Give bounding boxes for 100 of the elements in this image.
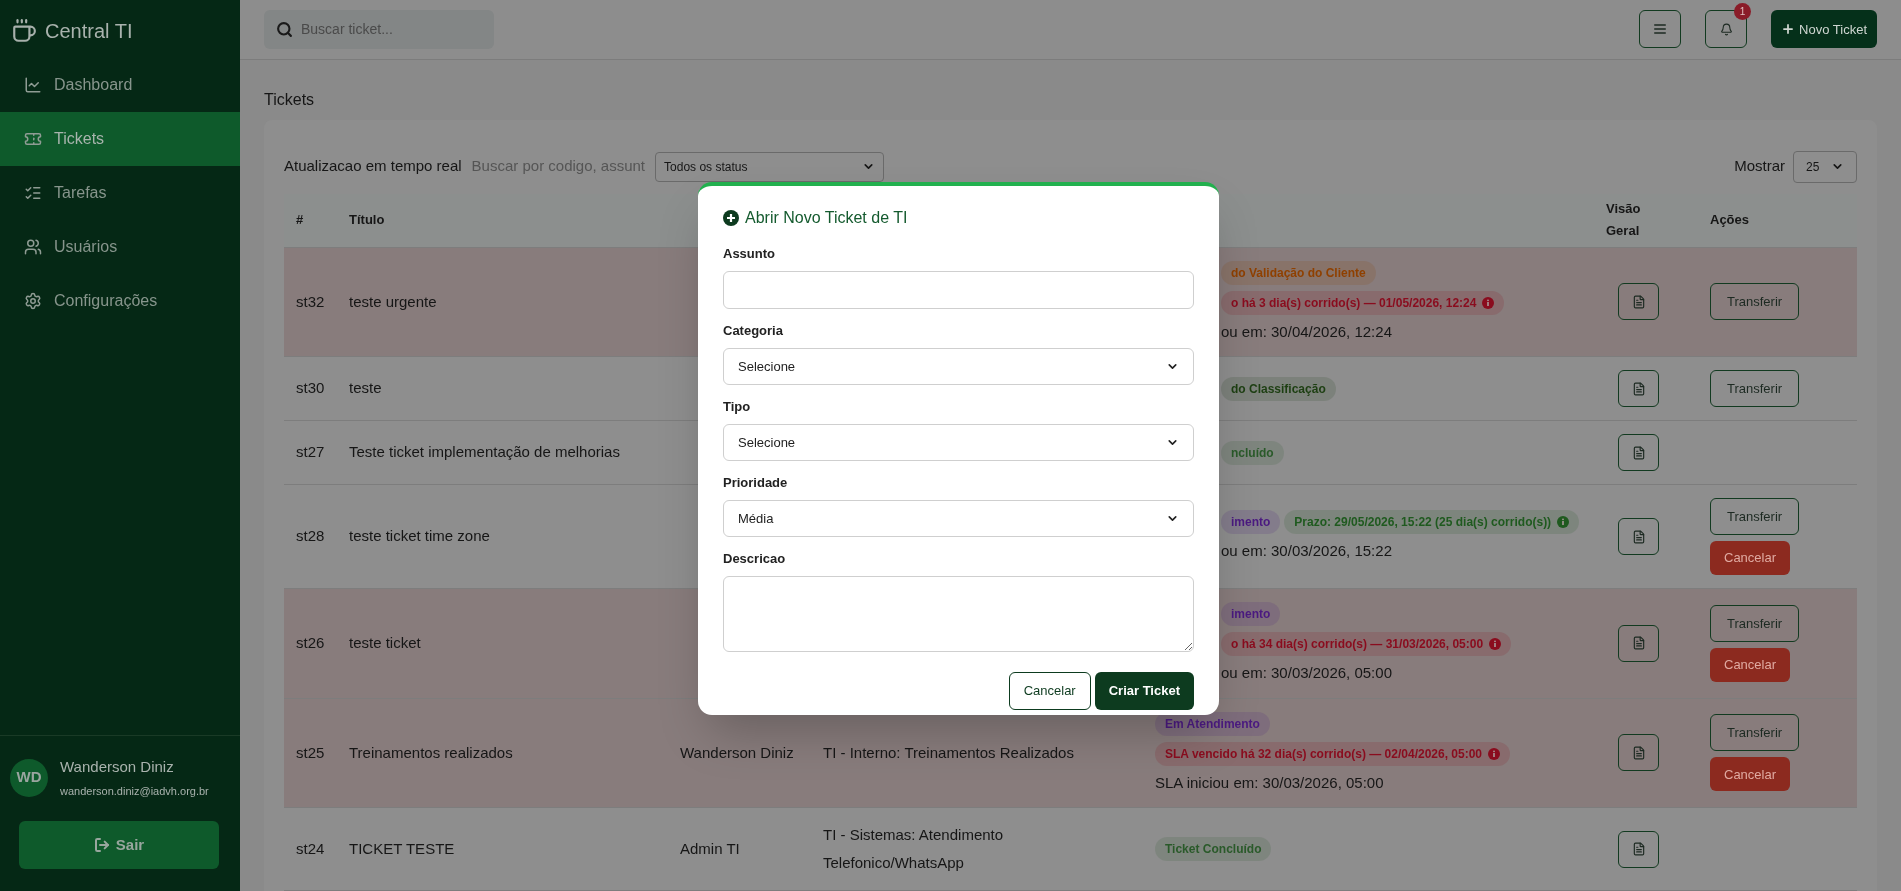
coffee-cup-icon — [11, 18, 37, 44]
status-badge: ncluído — [1221, 440, 1284, 465]
table-cell-text: teste ticket time zone — [348, 526, 490, 547]
table-cell-text: TICKET TESTE — [348, 838, 455, 859]
field-label: Descricao — [723, 551, 787, 567]
bell-icon — [1719, 22, 1733, 36]
column-header: Título — [348, 211, 385, 230]
table-cell-text: Wanderson Diniz — [680, 742, 795, 763]
new-ticket-button[interactable]: Novo Ticket — [1771, 10, 1877, 49]
status-badge: o há 3 dia(s) corrido(s) — 01/05/2026, 12:24 — [1221, 290, 1505, 315]
nav-item[interactable]: Configurações — [0, 274, 240, 328]
transfer-button[interactable]: Transferir — [1710, 714, 1800, 752]
cancel-ticket-button[interactable]: Cancelar — [1710, 647, 1791, 682]
field-label: Assunto — [723, 246, 776, 262]
logout-icon — [93, 837, 110, 853]
subject-input[interactable] — [723, 271, 1194, 309]
info-icon — [1482, 296, 1495, 309]
info-icon — [1557, 516, 1570, 529]
column-header: Visão Geral — [1605, 200, 1642, 240]
dialog-title: Abrir Novo Ticket de TI — [745, 208, 908, 228]
plus-icon — [1781, 22, 1796, 37]
user-email: wanderson.diniz@iadvh.org.br — [60, 783, 209, 799]
notification-count: 1 — [1734, 3, 1752, 21]
status-filter-select[interactable]: Todos os status — [655, 151, 885, 182]
nav-icon — [24, 184, 42, 202]
table-cell-text: st26 — [295, 633, 325, 653]
transfer-button[interactable]: Transferir — [1710, 604, 1800, 642]
table-cell-text: teste — [348, 378, 382, 399]
cancel-ticket-button[interactable]: Cancelar — [1710, 757, 1791, 792]
sla-start-text: ou em: 30/03/2026, 15:22 — [1221, 541, 1392, 562]
field-label: Tipo — [723, 399, 752, 415]
live-update-label: Atualizacao em tempo real — [284, 156, 462, 177]
column-header: Ações — [1709, 211, 1750, 230]
view-button[interactable] — [1618, 370, 1659, 407]
menu-button[interactable] — [1639, 10, 1682, 49]
show-label: Mostrar — [1734, 156, 1785, 177]
view-button[interactable] — [1618, 518, 1659, 555]
sla-start-text: SLA iniciou em: 30/03/2026, 05:00 — [1155, 772, 1384, 793]
sla-start-text: ou em: 30/04/2026, 12:24 — [1221, 321, 1392, 342]
document-icon — [1631, 445, 1646, 460]
table-cell-text: TI - Interno: Treinamentos Realizados — [823, 742, 1075, 763]
table-cell-text: teste ticket — [348, 633, 421, 653]
document-icon — [1631, 294, 1646, 309]
page-title: Tickets — [264, 89, 316, 110]
nav-icon — [24, 238, 42, 256]
plus-circle-icon — [723, 210, 739, 226]
status-badge: SLA vencido há 32 dia(s) corrido(s) — 02/04/2026, 05:00 — [1155, 741, 1510, 766]
nav-item[interactable]: Tarefas — [0, 166, 240, 220]
transfer-button[interactable]: Transferir — [1710, 370, 1800, 407]
nav-item[interactable]: Tickets — [0, 112, 240, 166]
status-badge: o há 34 dia(s) corrido(s) — 31/03/2026, 05:00 — [1221, 632, 1512, 656]
view-button[interactable] — [1618, 734, 1659, 772]
transfer-button[interactable]: Transferir — [1710, 283, 1800, 321]
transfer-button[interactable]: Transferir — [1710, 498, 1800, 535]
status-badge: Ticket Concluído — [1155, 837, 1272, 861]
nav-item[interactable]: Dashboard — [0, 58, 240, 112]
table-cell-text: Treinamentos realizados — [348, 742, 513, 763]
nav-item[interactable]: Usuários — [0, 220, 240, 274]
table-cell-text: st30 — [295, 378, 325, 399]
status-badge: Prazo: 29/05/2026, 15:22 (25 dia(s) corrido(s)) — [1284, 510, 1580, 535]
table-cell-text: TI - Sistemas: Atendimento Telefonico/WhatsApp — [823, 825, 1005, 873]
status-badge: do Validação do Cliente — [1221, 260, 1376, 285]
info-icon — [1488, 747, 1500, 760]
user-name: Wanderson Diniz — [60, 757, 175, 777]
field-label: Prioridade — [723, 475, 789, 491]
status-badge: imento — [1221, 510, 1281, 535]
info-icon — [1489, 638, 1502, 650]
view-button[interactable] — [1618, 830, 1659, 868]
select-field[interactable]: Selecione — [723, 348, 1194, 385]
document-icon — [1631, 636, 1646, 651]
status-badge: imento — [1221, 602, 1281, 626]
table-cell-text: st27 — [295, 442, 325, 463]
nav-icon — [24, 76, 42, 94]
cancel-ticket-button[interactable]: Cancelar — [1710, 541, 1791, 575]
nav-icon — [24, 292, 42, 310]
page-size-select[interactable]: 25 — [1793, 150, 1857, 183]
logout-button[interactable]: Sair — [19, 821, 219, 869]
view-button[interactable] — [1618, 624, 1659, 662]
document-icon — [1631, 842, 1646, 856]
document-icon — [1631, 529, 1646, 544]
table-cell-text: st32 — [295, 291, 325, 312]
view-button[interactable] — [1618, 434, 1659, 471]
view-button[interactable] — [1618, 283, 1659, 321]
search-icon — [276, 20, 293, 38]
document-icon — [1631, 745, 1646, 760]
document-icon — [1631, 381, 1646, 396]
table-cell-text: Teste ticket implementação de melhorias — [348, 442, 620, 463]
status-badge: Em Atendimento — [1155, 711, 1270, 736]
select-field[interactable]: Selecione — [723, 424, 1194, 461]
sla-start-text: ou em: 30/03/2026, 05:00 — [1221, 663, 1392, 683]
brand-name: Central TI — [45, 19, 133, 44]
status-badge: do Classificação — [1221, 376, 1336, 401]
table-cell-text: st28 — [295, 526, 325, 547]
menu-icon — [1653, 22, 1668, 37]
cancel-button[interactable]: Cancelar — [1008, 672, 1091, 710]
column-header: # — [295, 211, 304, 230]
table-cell-text: teste urgente — [348, 291, 437, 312]
create-ticket-button[interactable]: Criar Ticket — [1094, 672, 1194, 710]
select-field[interactable]: Média — [723, 500, 1194, 537]
table-cell-text: st25 — [295, 742, 325, 763]
